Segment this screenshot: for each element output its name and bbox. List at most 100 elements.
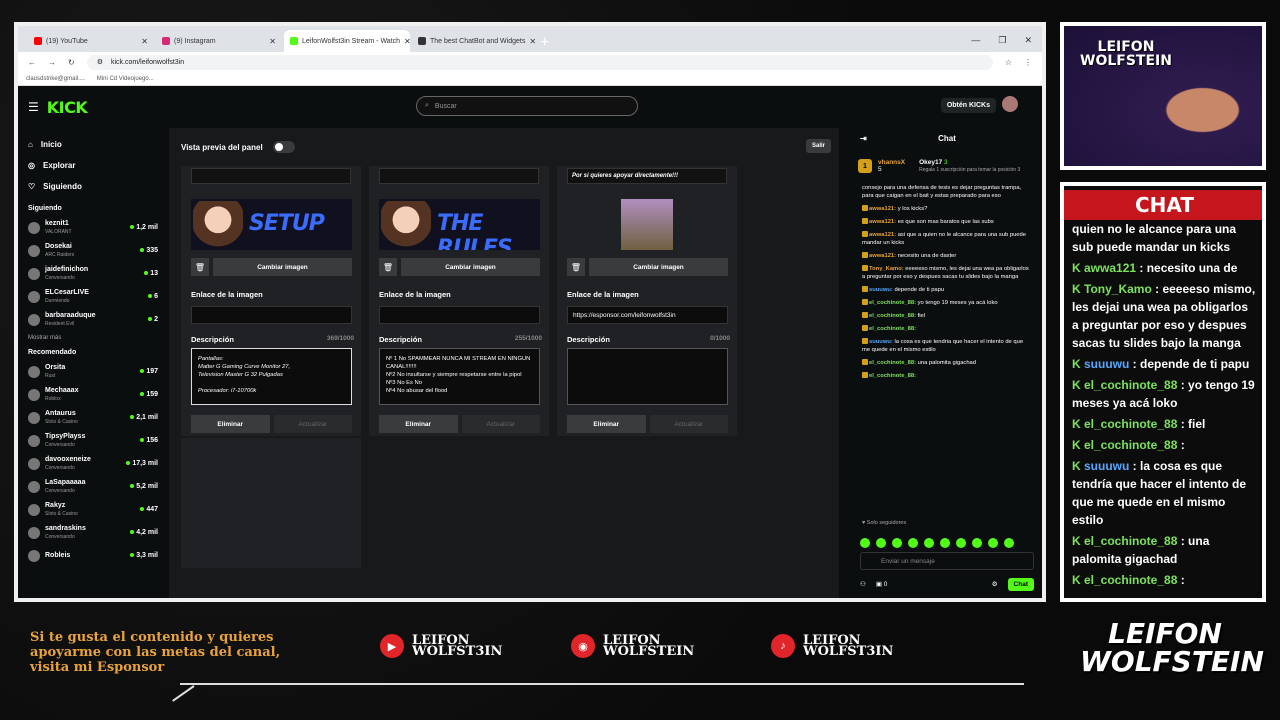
chat-username[interactable]: Tony_Kamo: bbox=[869, 266, 905, 272]
gift-icon[interactable]: ▣ 0 bbox=[876, 580, 888, 588]
emote-icon[interactable] bbox=[940, 538, 950, 548]
description-textarea[interactable]: Nº 1 No SPAMMEAR NUNCA MI STREAM EN NING… bbox=[379, 348, 540, 405]
bookmark-item[interactable]: Mini Cd Videojuego... bbox=[97, 76, 154, 82]
emote-icon[interactable] bbox=[972, 538, 982, 548]
delete-button[interactable]: Eliminar bbox=[191, 415, 270, 433]
sidebar-item-inicio[interactable]: ⌂ Inicio bbox=[28, 134, 158, 155]
description-textarea[interactable] bbox=[567, 348, 728, 405]
url-field[interactable]: ⚙ kick.com/leifonwolfst3in bbox=[86, 54, 993, 70]
emote-icon[interactable] bbox=[876, 538, 886, 548]
chat-message: el_cochinote_88: yo tengo 19 meses ya ac… bbox=[862, 299, 1032, 307]
send-chat-button[interactable]: Chat bbox=[1007, 577, 1034, 591]
channel-item[interactable]: LaSapaaaaa Conversando 5,2 mil bbox=[28, 475, 158, 498]
chat-username[interactable]: suuuwu: bbox=[869, 339, 894, 345]
browser-tab[interactable]: (9) Instagram ✕ bbox=[156, 30, 282, 52]
exit-button[interactable]: Salir bbox=[805, 139, 831, 153]
emote-icon[interactable] bbox=[988, 538, 998, 548]
sidebar-item-explorar[interactable]: ◎ Explorar bbox=[28, 155, 158, 176]
channel-item[interactable]: Antaurus Slots & Casino 2,1 mil bbox=[28, 406, 158, 429]
chat-username[interactable]: awwa121: bbox=[869, 253, 898, 259]
close-tab-icon[interactable]: ✕ bbox=[529, 37, 536, 46]
chat-username[interactable]: el_cochinote_88: bbox=[869, 326, 916, 332]
kick-logo[interactable]: KICK bbox=[47, 98, 88, 117]
image-link-input[interactable] bbox=[379, 306, 540, 324]
chat-username[interactable]: el_cochinote_88: bbox=[869, 373, 916, 379]
channel-item[interactable]: barbaraaduque Resident Evil 2 bbox=[28, 308, 158, 331]
channel-item[interactable]: Robleis 3,3 mil bbox=[28, 544, 158, 567]
delete-button[interactable]: Eliminar bbox=[379, 415, 458, 433]
settings-icon[interactable]: ⚙ bbox=[992, 580, 998, 588]
chat-username[interactable]: el_cochinote_88: bbox=[869, 313, 918, 319]
overlay-chat-message: K el_cochinote_88 : una palomita gigacha… bbox=[1072, 532, 1256, 568]
channel-item[interactable]: Orsita Rust 197 bbox=[28, 360, 158, 383]
show-more-link[interactable]: Mostrar más bbox=[28, 335, 158, 341]
sidebar-item-siguiendo[interactable]: ♡ Siguiendo bbox=[28, 176, 158, 197]
collapse-chat-icon[interactable]: ⇥ bbox=[860, 134, 867, 143]
bookmark-star-icon[interactable]: ☆ bbox=[1005, 58, 1012, 67]
close-tab-icon[interactable]: ✕ bbox=[141, 37, 148, 46]
channel-item[interactable]: Rakyz Slots & Casino 447 bbox=[28, 498, 158, 521]
maximize-icon[interactable]: ❐ bbox=[998, 35, 1006, 46]
image-link-input[interactable]: https://esponsor.com/leifonwolfst3in bbox=[567, 306, 728, 324]
close-tab-icon[interactable]: ✕ bbox=[269, 37, 276, 46]
image-link-input[interactable] bbox=[191, 306, 352, 324]
menu-icon[interactable]: ☰ bbox=[28, 100, 39, 114]
change-image-button[interactable]: Cambiar imagen bbox=[401, 258, 540, 276]
delete-button[interactable]: Eliminar bbox=[567, 415, 646, 433]
update-button[interactable]: Actualizar bbox=[461, 415, 540, 433]
brand-logo: LEIFON WOLFSTEIN bbox=[1080, 617, 1264, 678]
channel-item[interactable]: ELCesarLIVE Durmiendo 6 bbox=[28, 285, 158, 308]
chat-username[interactable]: el_cochinote_88: bbox=[869, 360, 918, 366]
channel-item[interactable]: Mechaaax Roblox 159 bbox=[28, 383, 158, 406]
update-button[interactable]: Actualizar bbox=[649, 415, 728, 433]
site-info-icon[interactable]: ⚙ bbox=[97, 58, 103, 66]
chat-input[interactable]: Enviar un mensaje bbox=[860, 552, 1034, 570]
emote-icon[interactable] bbox=[892, 538, 902, 548]
change-image-button[interactable]: Cambiar imagen bbox=[213, 258, 352, 276]
new-tab-icon[interactable]: + bbox=[540, 34, 549, 52]
trash-icon[interactable]: 🗑 bbox=[567, 258, 585, 276]
channel-item[interactable]: Dosekai ARC Raiders 335 bbox=[28, 239, 158, 262]
get-kicks-button[interactable]: Obtén KICKs bbox=[940, 98, 996, 113]
leader-user[interactable]: vhannsX bbox=[878, 159, 905, 166]
chat-username[interactable]: el_cochinote_88: bbox=[869, 300, 918, 306]
sub-badge-icon bbox=[862, 359, 868, 366]
emote-icon[interactable] bbox=[1004, 538, 1014, 548]
chat-username[interactable]: awwa121: bbox=[869, 219, 898, 225]
channel-item[interactable]: TipsyPlayss Conversando 156 bbox=[28, 429, 158, 452]
trash-icon[interactable]: 🗑 bbox=[191, 258, 209, 276]
panel-preview-toggle[interactable] bbox=[272, 141, 295, 153]
chat-username[interactable]: suuuwu: bbox=[869, 287, 894, 293]
close-tab-icon[interactable]: ✕ bbox=[404, 37, 410, 46]
browser-tab[interactable]: The best ChatBot and Widgets ✕ bbox=[412, 30, 538, 52]
close-window-icon[interactable]: ✕ bbox=[1024, 35, 1032, 46]
forward-icon[interactable]: → bbox=[48, 58, 56, 67]
kicks-icon[interactable]: ⚇ bbox=[860, 580, 866, 588]
channel-item[interactable]: sandraskins Conversando 4,2 mil bbox=[28, 521, 158, 544]
minimize-icon[interactable]: — bbox=[971, 35, 980, 46]
channel-item[interactable]: keznit1 VALORANT 1,2 mil bbox=[28, 216, 158, 239]
update-button[interactable]: Actualizar bbox=[273, 415, 352, 433]
emote-icon[interactable] bbox=[956, 538, 966, 548]
reload-icon[interactable]: ↻ bbox=[68, 58, 75, 67]
browser-tab[interactable]: LeifonWolfst3in Stream - Watch ✕ bbox=[284, 30, 410, 52]
search-input[interactable]: ⌕ Buscar bbox=[416, 96, 638, 116]
change-image-button[interactable]: Cambiar imagen bbox=[589, 258, 728, 276]
trash-icon[interactable]: 🗑 bbox=[379, 258, 397, 276]
chat-text: es que son mas baratos que las subs bbox=[897, 219, 994, 225]
menu-dots-icon[interactable]: ⋮ bbox=[1024, 58, 1032, 67]
chat-username[interactable]: awwa121: bbox=[869, 232, 898, 238]
emote-icon[interactable] bbox=[908, 538, 918, 548]
chat-message: el_cochinote_88: bbox=[862, 372, 1032, 380]
description-textarea[interactable]: Pantallas: Matter G Gaming Curve Monitor … bbox=[191, 348, 352, 405]
emote-icon[interactable] bbox=[860, 538, 870, 548]
bookmark-item[interactable]: clausdstrike@gmail.... bbox=[26, 76, 85, 82]
channel-item[interactable]: jaidefinichon Conversando 13 bbox=[28, 262, 158, 285]
browser-tab[interactable]: (19) YouTube ✕ bbox=[28, 30, 154, 52]
channel-item[interactable]: davooxeneize Conversando 17,3 mil bbox=[28, 452, 158, 475]
chat-username[interactable]: awwa121: bbox=[869, 206, 898, 212]
back-icon[interactable]: ← bbox=[28, 58, 36, 67]
avatar[interactable] bbox=[1002, 96, 1018, 112]
emote-icon[interactable] bbox=[924, 538, 934, 548]
gift-user[interactable]: Okey17 bbox=[919, 159, 942, 166]
